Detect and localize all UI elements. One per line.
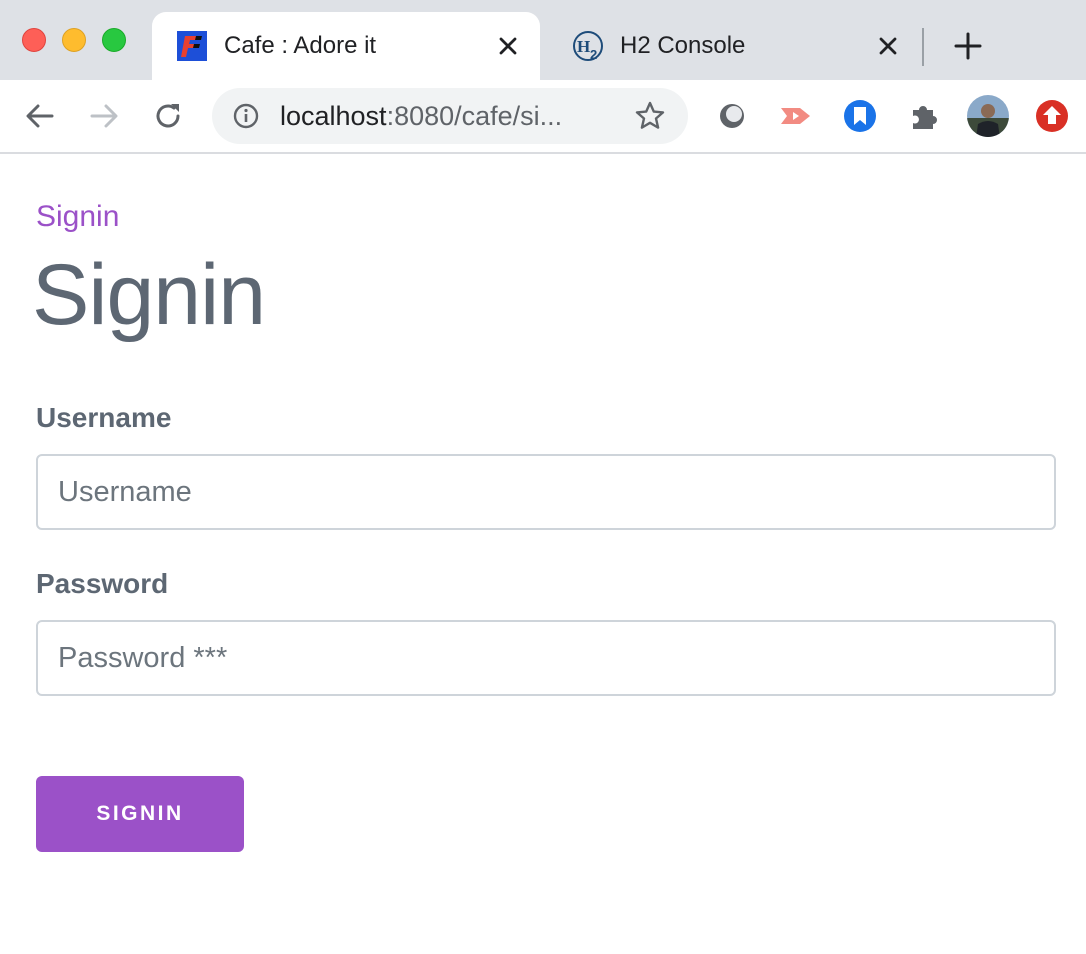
svg-text:H: H: [577, 37, 590, 56]
signin-button[interactable]: SIGNIN: [36, 776, 244, 852]
password-label: Password: [36, 568, 169, 599]
puzzle-extensions-icon[interactable]: [906, 98, 942, 134]
back-arrow-icon[interactable]: [20, 96, 60, 136]
site-info-icon[interactable]: [232, 102, 260, 130]
forward-arrow-icon[interactable]: [84, 96, 124, 136]
tab-divider: [922, 28, 924, 66]
bookmark-extension-icon[interactable]: [842, 98, 878, 134]
tab-cafe[interactable]: Cafe : Adore it: [152, 12, 540, 80]
bookmark-star-icon[interactable]: [634, 100, 666, 132]
svg-text:2: 2: [590, 47, 597, 62]
browser-toolbar: localhost:8080/cafe/si...: [0, 80, 1086, 154]
close-tab-icon[interactable]: [870, 28, 906, 64]
username-label: Username: [36, 402, 172, 433]
profile-avatar[interactable]: [966, 94, 1010, 138]
reload-icon[interactable]: [148, 96, 188, 136]
password-input[interactable]: [36, 620, 1056, 696]
page-title: Signin: [32, 247, 266, 343]
cafe-favicon-icon: [177, 31, 207, 61]
video-extension-icon[interactable]: [778, 98, 814, 134]
signin-page: Signin Signin Username Password SIGNIN: [0, 154, 1086, 954]
url-host: localhost: [280, 101, 387, 131]
maximize-window-button[interactable]: [102, 28, 126, 52]
tab-strip: Cafe : Adore it H 2 H2 Console: [0, 0, 1086, 80]
url-text: localhost:8080/cafe/si...: [280, 101, 562, 132]
ring-extension-icon[interactable]: [714, 98, 750, 134]
h2-favicon-icon: H 2: [573, 31, 603, 62]
tab-h2-console[interactable]: H 2 H2 Console: [548, 12, 920, 80]
minimize-window-button[interactable]: [62, 28, 86, 52]
tab-title: H2 Console: [620, 32, 746, 59]
username-input[interactable]: [36, 454, 1056, 530]
address-bar[interactable]: localhost:8080/cafe/si...: [212, 88, 688, 144]
new-tab-icon[interactable]: [948, 26, 988, 66]
close-tab-icon[interactable]: [490, 28, 526, 64]
upload-extension-icon[interactable]: [1034, 98, 1070, 134]
url-path: :8080/cafe/si...: [386, 101, 563, 131]
tab-title: Cafe : Adore it: [224, 32, 377, 59]
breadcrumb-signin-link[interactable]: Signin: [36, 200, 119, 234]
close-window-button[interactable]: [22, 28, 46, 52]
